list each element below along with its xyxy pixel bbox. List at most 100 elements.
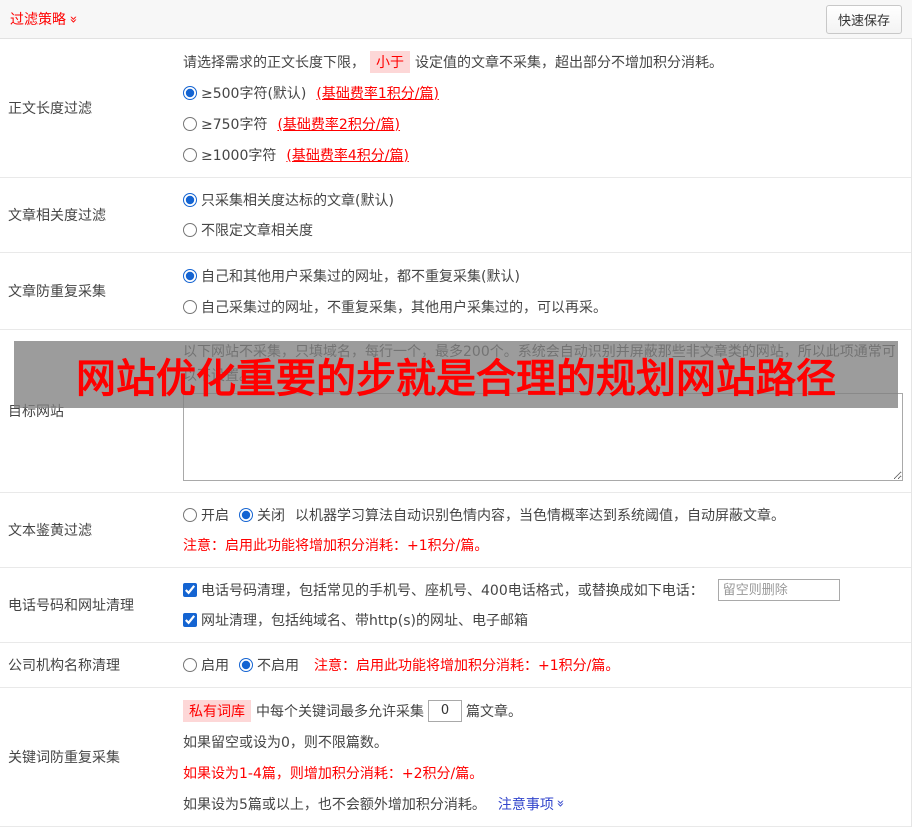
dedup-option-2: 自己采集过的网址，不重复采集，其他用户采集过的，可以再采。: [183, 291, 903, 322]
length-option-1000: ≥1000字符 (基础费率4积分/篇): [183, 139, 903, 170]
chevron-down-icon: »: [552, 799, 568, 808]
length-filter-intro: 请选择需求的正文长度下限， 小于 设定值的文章不采集，超出部分不增加积分消耗。: [183, 46, 903, 77]
url-clean-option[interactable]: 网址清理，包括纯域名、带http(s)的网址、电子邮箱: [183, 610, 528, 630]
row-relevance-filter: 文章相关度过滤 只采集相关度达标的文章(默认) 不限定文章相关度: [0, 178, 911, 253]
option-text: 不启用: [257, 658, 299, 674]
length-option-1000-label[interactable]: ≥1000字符: [183, 145, 276, 165]
limit-text-mid: 中每个关键词最多允许采集: [256, 703, 424, 720]
row-content-keyword-dedup: 私有词库 中每个关键词最多允许采集 篇文章。 如果留空或设为0，则不限篇数。 如…: [175, 688, 911, 826]
keyword-note-1-4: 如果设为1-4篇，则增加积分消耗：+2积分/篇。: [183, 765, 484, 782]
notice-link[interactable]: 注意事项 »: [497, 794, 568, 814]
url-clean-line: 网址清理，包括纯域名、带http(s)的网址、电子邮箱: [183, 605, 903, 635]
porn-option-off[interactable]: 关闭: [239, 505, 285, 525]
settings-table: 正文长度过滤 请选择需求的正文长度下限， 小于 设定值的文章不采集，超出部分不增…: [0, 39, 912, 827]
row-phone-url-clean: 电话号码和网址清理 电话号码清理，包括常见的手机号、座机号、400电话格式，或替…: [0, 568, 911, 643]
fee-note-1: (基础费率1积分/篇): [316, 85, 439, 102]
row-label-porn-filter: 文本鉴黄过滤: [8, 523, 92, 539]
length-option-500: ≥500字符(默认) (基础费率1积分/篇): [183, 77, 903, 108]
company-option-off[interactable]: 不启用: [239, 655, 299, 675]
radio-dedup-global[interactable]: [183, 268, 197, 283]
option-text: 关闭: [257, 508, 285, 524]
length-option-500-label[interactable]: ≥500字符(默认): [183, 83, 306, 103]
row-label-keyword-dedup: 关键词防重复采集: [8, 750, 120, 766]
keyword-note-5plus-line: 如果设为5篇或以上，也不会额外增加积分消耗。 注意事项 »: [183, 788, 903, 819]
dedup-option-1: 自己和其他用户采集过的网址，都不重复采集(默认): [183, 260, 903, 291]
header-bar: 过滤策略 » 快速保存: [0, 0, 912, 39]
company-clean-options: 启用 不启用 注意：启用此功能将增加积分消耗：+1积分/篇。: [183, 650, 903, 680]
dedup-option-self[interactable]: 自己采集过的网址，不重复采集，其他用户采集过的，可以再采。: [183, 297, 607, 317]
notice-link-text: 注意事项: [497, 796, 554, 813]
option-text: 不限定文章相关度: [201, 223, 313, 239]
relevance-option-1: 只采集相关度达标的文章(默认): [183, 185, 903, 215]
row-label-company-clean: 公司机构名称清理: [8, 658, 120, 674]
company-clean-note: 注意：启用此功能将增加积分消耗：+1积分/篇。: [314, 658, 620, 674]
phone-clean-line: 电话号码清理，包括常见的手机号、座机号、400电话格式，或替换成如下电话：: [183, 575, 903, 605]
porn-filter-desc: 以机器学习算法自动识别色情内容，当色情概率达到系统阈值，自动屏蔽文章。: [295, 508, 785, 524]
chevron-down-icon: »: [65, 15, 81, 23]
radio-porn-on[interactable]: [183, 508, 197, 522]
company-option-on[interactable]: 启用: [183, 655, 229, 675]
row-content-dedup: 自己和其他用户采集过的网址，都不重复采集(默认) 自己采集过的网址，不重复采集，…: [175, 253, 911, 329]
row-label-length-filter: 正文长度过滤: [8, 101, 92, 117]
option-text: 自己采集过的网址，不重复采集，其他用户采集过的，可以再采。: [201, 299, 607, 316]
option-text: 自己和其他用户采集过的网址，都不重复采集(默认): [201, 268, 520, 285]
phone-clean-option[interactable]: 电话号码清理，包括常见的手机号、座机号、400电话格式，或替换成如下电话：: [183, 580, 704, 600]
fee-note-2: (基础费率2积分/篇): [277, 116, 401, 133]
radio-1000-chars[interactable]: [183, 147, 197, 162]
relevance-option-strict[interactable]: 只采集相关度达标的文章(默认): [183, 190, 394, 210]
row-content-relevance: 只采集相关度达标的文章(默认) 不限定文章相关度: [175, 178, 911, 252]
replacement-phone-input[interactable]: [717, 579, 840, 601]
porn-filter-options: 开启 关闭 以机器学习算法自动识别色情内容，当色情概率达到系统阈值，自动屏蔽文章…: [183, 500, 903, 530]
overlay-banner-text: 网站优化重要的步就是合理的规划网站路径: [76, 355, 836, 402]
option-text: 只采集相关度达标的文章(默认): [201, 193, 394, 209]
radio-relevance-any[interactable]: [183, 223, 197, 237]
row-content-length-filter: 请选择需求的正文长度下限， 小于 设定值的文章不采集，超出部分不增加积分消耗。 …: [175, 39, 911, 177]
row-length-filter: 正文长度过滤 请选择需求的正文长度下限， 小于 设定值的文章不采集，超出部分不增…: [0, 39, 911, 178]
intro-text-pre: 请选择需求的正文长度下限，: [183, 54, 365, 71]
length-option-750: ≥750字符 (基础费率2积分/篇): [183, 108, 903, 139]
porn-filter-note: 注意：启用此功能将增加积分消耗：+1积分/篇。: [183, 538, 489, 554]
dedup-option-global[interactable]: 自己和其他用户采集过的网址，都不重复采集(默认): [183, 266, 520, 286]
option-text: ≥750字符: [201, 116, 268, 133]
porn-option-on[interactable]: 开启: [183, 505, 229, 525]
relevance-option-any[interactable]: 不限定文章相关度: [183, 220, 313, 240]
row-keyword-dedup: 关键词防重复采集 私有词库 中每个关键词最多允许采集 篇文章。 如果留空或设为0…: [0, 688, 911, 827]
limit-text-end: 篇文章。: [466, 703, 522, 720]
row-content-company-clean: 启用 不启用 注意：启用此功能将增加积分消耗：+1积分/篇。: [175, 643, 911, 687]
checkbox-url-clean[interactable]: [183, 613, 197, 627]
overlay-banner: 网站优化重要的步就是合理的规划网站路径: [14, 341, 898, 408]
row-dedup-filter: 文章防重复采集 自己和其他用户采集过的网址，都不重复采集(默认) 自己采集过的网…: [0, 253, 911, 330]
radio-company-off[interactable]: [239, 658, 253, 672]
option-text: 开启: [201, 508, 229, 524]
option-text: 启用: [201, 658, 229, 674]
quick-save-button[interactable]: 快速保存: [825, 4, 902, 34]
page-title[interactable]: 过滤策略 »: [10, 9, 81, 29]
keyword-note-empty: 如果留空或设为0，则不限篇数。: [183, 734, 388, 751]
checkbox-phone-clean[interactable]: [183, 583, 197, 597]
relevance-option-2: 不限定文章相关度: [183, 215, 903, 245]
row-content-phone-url: 电话号码清理，包括常见的手机号、座机号、400电话格式，或替换成如下电话： 网址…: [175, 568, 911, 642]
option-text: 电话号码清理，包括常见的手机号、座机号、400电话格式，或替换成如下电话：: [201, 583, 704, 599]
option-text: ≥500字符(默认): [201, 85, 307, 102]
row-label-relevance: 文章相关度过滤: [8, 208, 106, 224]
radio-dedup-self[interactable]: [183, 299, 197, 314]
row-label-phone-url: 电话号码和网址清理: [8, 598, 134, 614]
keyword-count-input[interactable]: [428, 699, 462, 722]
radio-750-chars[interactable]: [183, 116, 197, 131]
keyword-limit-line: 私有词库 中每个关键词最多允许采集 篇文章。: [183, 695, 903, 726]
radio-company-on[interactable]: [183, 658, 197, 672]
row-label-dedup: 文章防重复采集: [8, 284, 106, 300]
length-option-750-label[interactable]: ≥750字符: [183, 114, 267, 134]
row-porn-filter: 文本鉴黄过滤 开启 关闭 以机器学习算法自动识别色情内容，当色情概率达到系统阈值…: [0, 493, 911, 568]
option-text: 网址清理，包括纯域名、带http(s)的网址、电子邮箱: [201, 613, 528, 629]
row-company-clean: 公司机构名称清理 启用 不启用 注意：启用此功能将增加积分消耗：+1积分/篇。: [0, 643, 911, 688]
radio-relevance-strict[interactable]: [183, 193, 197, 207]
less-than-tag: 小于: [370, 50, 410, 73]
page-title-text: 过滤策略: [10, 12, 66, 28]
fee-note-3: (基础费率4积分/篇): [286, 147, 409, 164]
radio-porn-off[interactable]: [239, 508, 253, 522]
row-content-porn-filter: 开启 关闭 以机器学习算法自动识别色情内容，当色情概率达到系统阈值，自动屏蔽文章…: [175, 493, 911, 567]
option-text: ≥1000字符: [201, 147, 277, 164]
filter-settings-page: 过滤策略 » 快速保存 正文长度过滤 请选择需求的正文长度下限， 小于 设定值的…: [0, 0, 912, 827]
radio-500-chars[interactable]: [183, 85, 197, 100]
